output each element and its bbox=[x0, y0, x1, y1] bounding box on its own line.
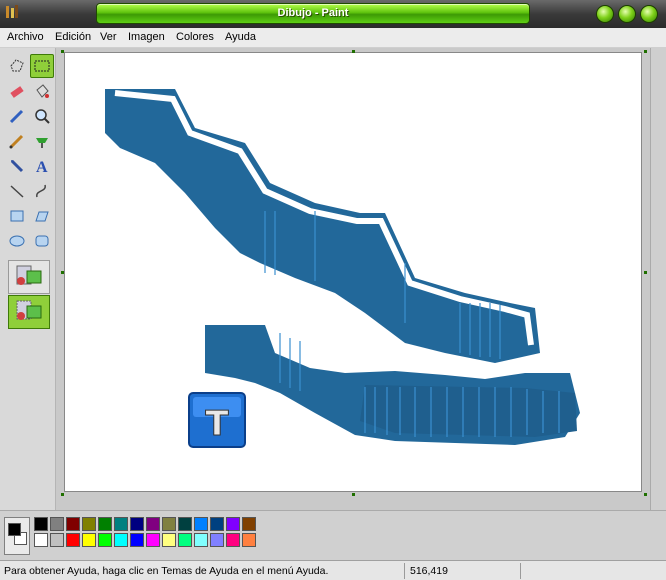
palette-swatch[interactable] bbox=[50, 533, 64, 547]
palette-swatch[interactable] bbox=[50, 517, 64, 531]
brush-icon[interactable] bbox=[30, 129, 54, 153]
drawing-canvas[interactable]: T bbox=[64, 52, 642, 492]
palette-swatch[interactable] bbox=[114, 517, 128, 531]
palette-swatch[interactable] bbox=[130, 517, 144, 531]
color-palette bbox=[0, 510, 666, 560]
status-coordinates: 516,419 bbox=[410, 565, 448, 577]
toolbox: A bbox=[0, 48, 56, 510]
window-title: Dibujo - Paint bbox=[277, 7, 349, 19]
title-bar: Dibujo - Paint bbox=[0, 0, 666, 28]
free-select-icon[interactable] bbox=[5, 54, 29, 78]
status-separator bbox=[520, 563, 521, 579]
menu-edicion[interactable]: Edición bbox=[55, 31, 91, 43]
opaque-option[interactable] bbox=[8, 260, 50, 294]
menu-archivo[interactable]: Archivo bbox=[7, 31, 44, 43]
transparent-option[interactable] bbox=[8, 295, 50, 329]
menu-bar: Archivo Edición Ver Imagen Colores Ayuda bbox=[0, 28, 666, 48]
palette-swatch[interactable] bbox=[34, 533, 48, 547]
menu-imagen[interactable]: Imagen bbox=[128, 31, 165, 43]
resize-handle[interactable] bbox=[644, 50, 647, 53]
palette-swatch[interactable] bbox=[98, 533, 112, 547]
palette-swatch[interactable] bbox=[82, 517, 96, 531]
menu-colores[interactable]: Colores bbox=[176, 31, 214, 43]
palette-swatch[interactable] bbox=[210, 533, 224, 547]
menu-ayuda[interactable]: Ayuda bbox=[225, 31, 256, 43]
foreground-color-swatch[interactable] bbox=[8, 523, 21, 536]
resize-handle[interactable] bbox=[61, 271, 64, 274]
minimize-button[interactable] bbox=[596, 5, 614, 23]
close-button[interactable] bbox=[640, 5, 658, 23]
drawing-artwork: T bbox=[105, 89, 580, 448]
airbrush-icon[interactable] bbox=[5, 154, 29, 178]
curve-icon[interactable] bbox=[30, 179, 54, 203]
palette-swatch[interactable] bbox=[226, 533, 240, 547]
palette-swatch[interactable] bbox=[66, 533, 80, 547]
title-pill: Dibujo - Paint bbox=[96, 3, 530, 24]
palette-swatch[interactable] bbox=[210, 517, 224, 531]
palette-swatch[interactable] bbox=[130, 533, 144, 547]
line-icon[interactable] bbox=[5, 179, 29, 203]
rect-select-icon[interactable] bbox=[30, 54, 54, 78]
palette-swatch[interactable] bbox=[98, 517, 112, 531]
resize-handle[interactable] bbox=[644, 493, 647, 496]
palette-swatch[interactable] bbox=[114, 533, 128, 547]
palette-swatch[interactable] bbox=[146, 533, 160, 547]
resize-handle[interactable] bbox=[352, 493, 355, 496]
text-icon[interactable]: A bbox=[30, 154, 54, 178]
palette-swatch[interactable] bbox=[194, 533, 208, 547]
status-bar: Para obtener Ayuda, haga clic en Temas d… bbox=[0, 560, 666, 580]
palette-swatch[interactable] bbox=[226, 517, 240, 531]
fill-icon[interactable] bbox=[30, 79, 54, 103]
pencil-icon[interactable] bbox=[5, 129, 29, 153]
palette-swatch[interactable] bbox=[162, 533, 176, 547]
resize-handle[interactable] bbox=[61, 50, 64, 53]
rounded-rectangle-icon[interactable] bbox=[30, 229, 54, 253]
paint-app-icon[interactable] bbox=[4, 4, 20, 22]
palette-swatch[interactable] bbox=[34, 517, 48, 531]
palette-swatch[interactable] bbox=[66, 517, 80, 531]
logo-letter: T bbox=[205, 404, 229, 444]
current-colors[interactable] bbox=[4, 517, 30, 555]
menu-ver[interactable]: Ver bbox=[100, 31, 117, 43]
palette-swatch[interactable] bbox=[162, 517, 176, 531]
palette-swatch[interactable] bbox=[242, 517, 256, 531]
palette-swatch[interactable] bbox=[194, 517, 208, 531]
palette-swatch[interactable] bbox=[82, 533, 96, 547]
resize-handle[interactable] bbox=[352, 50, 355, 53]
color-picker-icon[interactable] bbox=[5, 104, 29, 128]
status-help-text: Para obtener Ayuda, haga clic en Temas d… bbox=[4, 565, 329, 577]
magnifier-icon[interactable] bbox=[30, 104, 54, 128]
eraser-icon[interactable] bbox=[5, 79, 29, 103]
ellipse-icon[interactable] bbox=[5, 229, 29, 253]
polygon-icon[interactable] bbox=[30, 204, 54, 228]
resize-handle[interactable] bbox=[61, 493, 64, 496]
rectangle-icon[interactable] bbox=[5, 204, 29, 228]
palette-swatch[interactable] bbox=[242, 533, 256, 547]
status-separator bbox=[404, 563, 405, 579]
vertical-scrollbar[interactable] bbox=[650, 48, 666, 510]
palette-swatch[interactable] bbox=[146, 517, 160, 531]
palette-swatch[interactable] bbox=[178, 533, 192, 547]
resize-handle[interactable] bbox=[644, 271, 647, 274]
svg-text:A: A bbox=[36, 159, 48, 175]
maximize-button[interactable] bbox=[618, 5, 636, 23]
palette-swatch[interactable] bbox=[178, 517, 192, 531]
